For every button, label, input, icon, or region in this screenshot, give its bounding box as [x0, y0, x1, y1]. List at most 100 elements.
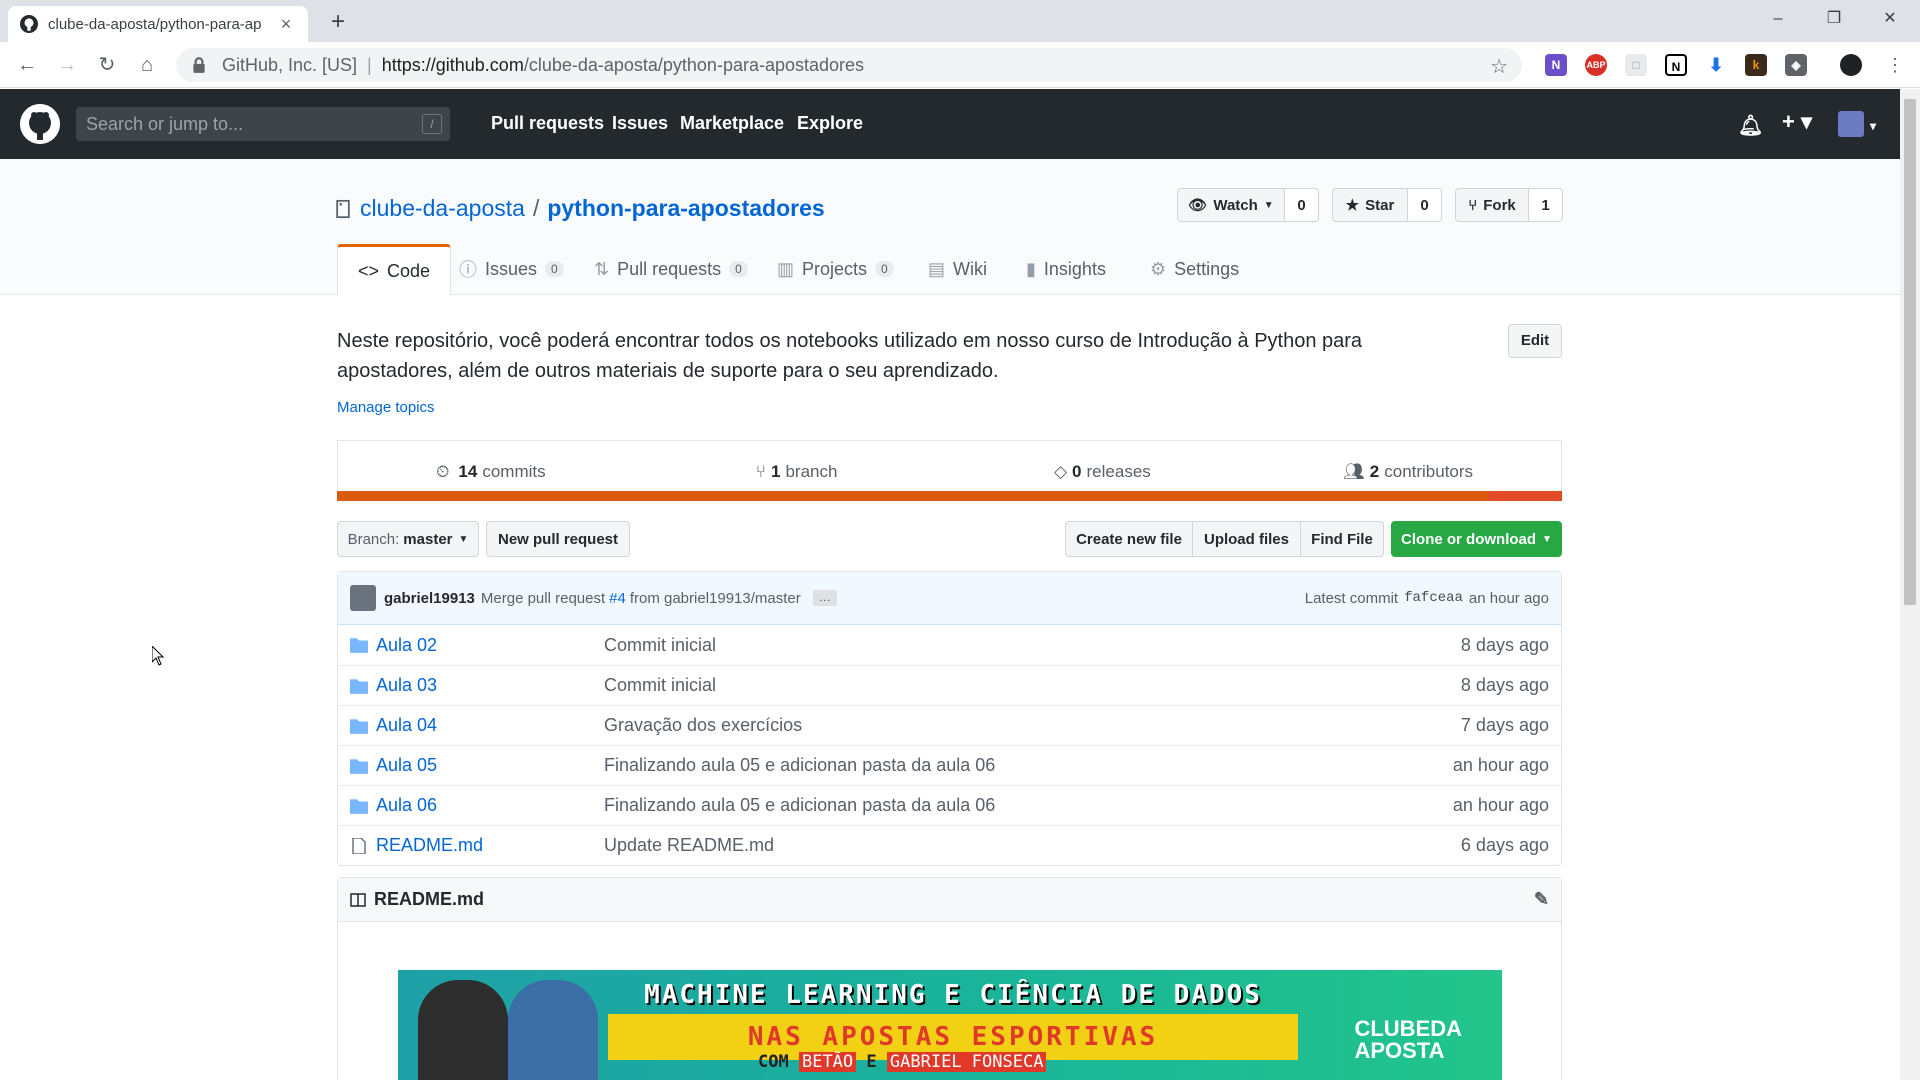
browser-toolbar: ← → ↻ ⌂ GitHub, Inc. [US] | https://gith…	[0, 42, 1920, 88]
home-icon[interactable]: ⌂	[132, 50, 162, 80]
commit-sha-link[interactable]: fafceaa	[1404, 590, 1463, 606]
watch-button[interactable]: 👁︎ Watch ▼	[1177, 188, 1285, 222]
file-name-link[interactable]: README.md	[376, 835, 604, 856]
file-commit-message[interactable]: Finalizando aula 05 e adicionan pasta da…	[604, 795, 1453, 816]
upload-files-button[interactable]: Upload files	[1192, 521, 1301, 557]
page-scrollbar[interactable]	[1900, 89, 1920, 1080]
nav-marketplace[interactable]: Marketplace	[680, 113, 784, 134]
tab-projects[interactable]: ▥ Projects 0	[757, 244, 914, 294]
tab-issues-count: 0	[545, 261, 564, 277]
github-logo-icon[interactable]	[20, 104, 60, 144]
create-new-file-button[interactable]: Create new file	[1065, 521, 1193, 557]
github-search-input[interactable]: Search or jump to... /	[76, 107, 450, 141]
banner-brand-line-2: APOSTA	[1354, 1038, 1445, 1063]
file-name-link[interactable]: Aula 02	[376, 635, 604, 656]
profile-avatar-icon[interactable]	[1840, 54, 1862, 76]
file-commit-message[interactable]: Commit inicial	[604, 635, 1461, 656]
extension-onenote-icon[interactable]: N	[1545, 54, 1567, 76]
commit-pr-link[interactable]: #4	[609, 590, 626, 607]
readme-header: README.md ✎	[338, 878, 1561, 922]
fork-count[interactable]: 1	[1529, 188, 1563, 222]
notifications-bell-icon[interactable]: 🔔︎	[1738, 113, 1763, 138]
banner-presenters: COM BETÃO E GABRIEL FONSECA	[758, 1052, 1047, 1072]
extension-generic-icon[interactable]: □	[1625, 54, 1647, 76]
star-button[interactable]: ★ Star	[1332, 188, 1408, 222]
forward-arrow-icon[interactable]: →	[52, 50, 82, 80]
file-name-link[interactable]: Aula 05	[376, 755, 604, 776]
tab-insights[interactable]: ▮ Insights	[1006, 244, 1126, 294]
file-name-link[interactable]: Aula 03	[376, 675, 604, 696]
language-bar[interactable]	[337, 491, 1562, 501]
clone-label: Clone or download	[1401, 530, 1537, 548]
address-divider: |	[367, 54, 372, 75]
expand-commit-message-button[interactable]: …	[812, 590, 837, 606]
tag-icon: ◇	[1053, 461, 1068, 481]
repo-owner-link[interactable]: clube-da-aposta	[360, 195, 525, 222]
browser-tab[interactable]: clube-da-aposta/python-para-ap ×	[8, 6, 308, 42]
tab-settings[interactable]: ⚙ Settings	[1130, 244, 1259, 294]
history-icon: ⏲	[436, 461, 450, 481]
tab-code[interactable]: <> Code	[337, 244, 452, 296]
commit-author-avatar[interactable]	[350, 585, 376, 611]
scrollbar-thumb[interactable]	[1904, 99, 1916, 605]
nav-pull-requests[interactable]: Pull requests	[491, 113, 604, 134]
readme-banner-image: MACHINE LEARNING E CIÊNCIA DE DADOS NAS …	[398, 970, 1502, 1080]
nav-issues[interactable]: Issues	[612, 113, 668, 134]
file-row: Aula 03 Commit inicial 8 days ago	[338, 665, 1561, 705]
file-row: Aula 05 Finalizando aula 05 e adicionan …	[338, 745, 1561, 785]
create-new-plus-icon[interactable]: + ▾	[1782, 109, 1812, 135]
user-avatar[interactable]	[1838, 111, 1864, 137]
file-name-link[interactable]: Aula 06	[376, 795, 604, 816]
branch-select-button[interactable]: Branch: master ▼	[337, 521, 479, 557]
watch-count[interactable]: 0	[1285, 188, 1319, 222]
clone-or-download-button[interactable]: Clone or download ▼	[1391, 521, 1562, 557]
minimize-window-button[interactable]: –	[1750, 0, 1806, 40]
commits-label: commits	[482, 461, 546, 481]
bookmark-star-icon[interactable]: ☆	[1490, 54, 1508, 79]
commits-count: 14	[458, 461, 478, 481]
file-commit-message[interactable]: Gravação dos exercícios	[604, 715, 1461, 736]
restore-window-button[interactable]: ❐	[1806, 0, 1862, 40]
repo-book-icon	[336, 199, 350, 218]
extension-k-icon[interactable]: k	[1745, 54, 1767, 76]
address-bar[interactable]: GitHub, Inc. [US] | https://github.com/c…	[176, 48, 1522, 82]
github-favicon-icon	[20, 15, 38, 33]
file-name-link[interactable]: Aula 04	[376, 715, 604, 736]
extension-notion-icon[interactable]: N	[1665, 54, 1687, 76]
close-window-button[interactable]: ✕	[1862, 0, 1918, 40]
file-commit-message[interactable]: Finalizando aula 05 e adicionan pasta da…	[604, 755, 1453, 776]
tab-wiki[interactable]: ▤ Wiki	[908, 244, 1007, 294]
nav-explore[interactable]: Explore	[797, 113, 863, 134]
close-tab-icon[interactable]: ×	[276, 14, 296, 35]
extension-shield-icon[interactable]: ◈	[1785, 54, 1807, 76]
file-icon	[352, 837, 366, 854]
fork-button[interactable]: ⑂ Fork	[1455, 188, 1529, 222]
repo-name-link[interactable]: python-para-apostadores	[547, 195, 824, 222]
reload-icon[interactable]: ↻	[92, 50, 122, 80]
edit-description-button[interactable]: Edit	[1508, 324, 1562, 358]
back-arrow-icon[interactable]: ←	[12, 50, 42, 80]
watch-label: Watch	[1213, 196, 1258, 214]
file-commit-message[interactable]: Update README.md	[604, 835, 1461, 856]
new-pull-request-button[interactable]: New pull request	[486, 521, 630, 557]
file-age: 6 days ago	[1460, 835, 1549, 855]
extension-adblock-icon[interactable]: ABP	[1585, 54, 1607, 76]
browser-menu-icon[interactable]: ⋮	[1880, 50, 1910, 80]
user-menu-chevron-icon[interactable]: ▾	[1870, 119, 1876, 133]
file-table: gabriel19913 Merge pull request #4 from …	[337, 571, 1562, 866]
search-placeholder: Search or jump to...	[86, 114, 244, 134]
new-tab-button[interactable]: +	[324, 8, 352, 36]
code-icon: <>	[358, 260, 380, 281]
tab-issues[interactable]: ⓘ Issues 0	[439, 244, 584, 294]
extension-download-icon[interactable]: ⬇	[1705, 54, 1727, 76]
commit-author-link[interactable]: gabriel19913	[384, 590, 475, 607]
pencil-edit-icon[interactable]: ✎	[1534, 889, 1549, 910]
file-row: README.md Update README.md 6 days ago	[338, 825, 1561, 865]
file-commit-message[interactable]: Commit inicial	[604, 675, 1461, 696]
tab-settings-label: Settings	[1174, 258, 1240, 279]
banner-with: COM	[758, 1052, 789, 1072]
find-file-button[interactable]: Find File	[1300, 521, 1384, 557]
manage-topics-link[interactable]: Manage topics	[337, 399, 435, 416]
tab-pull-requests[interactable]: ⇅ Pull requests 0	[574, 244, 768, 294]
star-count[interactable]: 0	[1408, 188, 1442, 222]
